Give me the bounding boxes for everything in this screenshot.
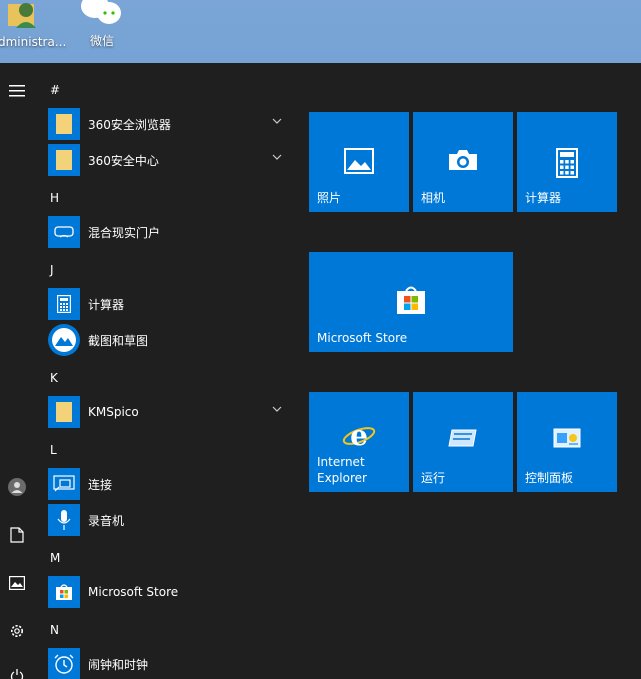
calculator-icon — [556, 148, 578, 178]
app-label: 计算器 — [88, 297, 125, 312]
pictures-button[interactable] — [0, 566, 34, 600]
alarm-clock-icon — [54, 654, 74, 674]
tile-ms-store[interactable]: Microsoft Store — [309, 252, 513, 352]
tile-photos[interactable]: 照片 — [309, 112, 409, 212]
app-item-alarms-clock[interactable]: 闹钟和时钟 — [48, 647, 296, 679]
app-label: Microsoft Store — [88, 585, 179, 599]
folder-icon — [56, 150, 72, 170]
tile-control-panel[interactable]: 控制面板 — [517, 392, 617, 492]
tile-area: 照片 相机 计算器 Microsoft Store e Internet Exp… — [309, 63, 629, 679]
app-label: KMSpico — [88, 405, 139, 419]
photo-icon — [344, 148, 374, 174]
hamburger-icon — [9, 85, 25, 97]
app-item-ms-store[interactable]: Microsoft Store — [48, 575, 296, 609]
tile-run[interactable]: 运行 — [413, 392, 513, 492]
app-label: 360安全浏览器 — [88, 117, 171, 132]
snip-sketch-icon — [52, 328, 76, 352]
calculator-icon — [57, 295, 71, 313]
tile-label: Microsoft Store — [317, 331, 408, 345]
app-item-kmspico[interactable]: KMSpico — [48, 395, 296, 429]
group-header-hash[interactable]: # — [50, 83, 60, 97]
desktop-icon-administrator[interactable]: dministra... — [0, 0, 67, 56]
start-menu: # 360安全浏览器 360安全中心 H 混合现实门户 J 计算器 截图和草图 … — [0, 63, 641, 679]
group-header-h[interactable]: H — [50, 191, 59, 205]
app-item-360-browser[interactable]: 360安全浏览器 — [48, 107, 296, 141]
tile-label: 运行 — [421, 471, 446, 485]
app-label: 连接 — [88, 477, 113, 492]
document-icon — [10, 527, 24, 543]
settings-button[interactable] — [0, 614, 34, 648]
store-bag-icon — [56, 584, 72, 600]
control-panel-icon — [553, 428, 581, 448]
documents-button[interactable] — [0, 518, 34, 552]
app-label: 360安全中心 — [88, 153, 159, 168]
group-header-k[interactable]: K — [50, 371, 58, 385]
picture-icon — [9, 576, 25, 590]
app-item-snip-sketch[interactable]: 截图和草图 — [48, 323, 296, 357]
connect-icon — [53, 475, 75, 492]
app-item-mixed-reality[interactable]: 混合现实门户 — [48, 215, 296, 249]
folder-icon — [56, 402, 72, 422]
power-icon — [10, 669, 24, 679]
wechat-icon — [81, 0, 121, 24]
app-label: 录音机 — [88, 513, 125, 528]
app-item-360-center[interactable]: 360安全中心 — [48, 143, 296, 177]
tile-label: 计算器 — [525, 191, 562, 205]
svg-text:e: e — [350, 420, 368, 452]
app-label: 截图和草图 — [88, 333, 149, 348]
microphone-icon — [57, 510, 71, 530]
desktop-icon-label: dministra... — [0, 35, 67, 49]
chevron-down-icon[interactable] — [272, 154, 282, 160]
app-item-recorder[interactable]: 录音机 — [48, 503, 296, 537]
app-item-calculator[interactable]: 计算器 — [48, 287, 296, 321]
chevron-down-icon[interactable] — [272, 118, 282, 124]
tile-label: 控制面板 — [525, 471, 574, 485]
internet-explorer-icon: e — [342, 420, 376, 452]
gear-icon — [11, 625, 23, 637]
tile-camera[interactable]: 相机 — [413, 112, 513, 212]
app-label: 闹钟和时钟 — [88, 657, 149, 672]
tile-label: 相机 — [421, 191, 446, 205]
app-item-connect[interactable]: 连接 — [48, 467, 296, 501]
account-button[interactable] — [0, 470, 34, 504]
run-icon — [448, 429, 477, 447]
folder-icon — [56, 114, 72, 134]
desktop-icon-label: 微信 — [89, 34, 114, 48]
hamburger-button[interactable] — [0, 74, 34, 108]
app-list: # 360安全浏览器 360安全中心 H 混合现实门户 J 计算器 截图和草图 … — [34, 63, 296, 679]
user-folder-icon — [8, 3, 36, 28]
chevron-down-icon[interactable] — [272, 406, 282, 412]
group-header-n[interactable]: N — [50, 623, 59, 637]
store-bag-icon — [397, 286, 425, 314]
mixed-reality-icon — [54, 226, 74, 238]
user-avatar-icon — [8, 478, 26, 496]
tile-calculator[interactable]: 计算器 — [517, 112, 617, 212]
power-button[interactable] — [0, 659, 34, 679]
group-header-m[interactable]: M — [50, 551, 60, 565]
app-label: 混合现实门户 — [88, 225, 161, 240]
group-header-l[interactable]: L — [50, 443, 57, 457]
tile-label: Internet Explorer — [317, 455, 367, 485]
start-left-rail — [0, 63, 34, 679]
group-header-j[interactable]: J — [50, 263, 54, 277]
desktop-icon-wechat[interactable]: 微信 — [67, 0, 137, 56]
camera-icon — [449, 150, 477, 170]
tile-label: 照片 — [317, 191, 342, 205]
tile-internet-explorer[interactable]: e Internet Explorer — [309, 392, 409, 492]
